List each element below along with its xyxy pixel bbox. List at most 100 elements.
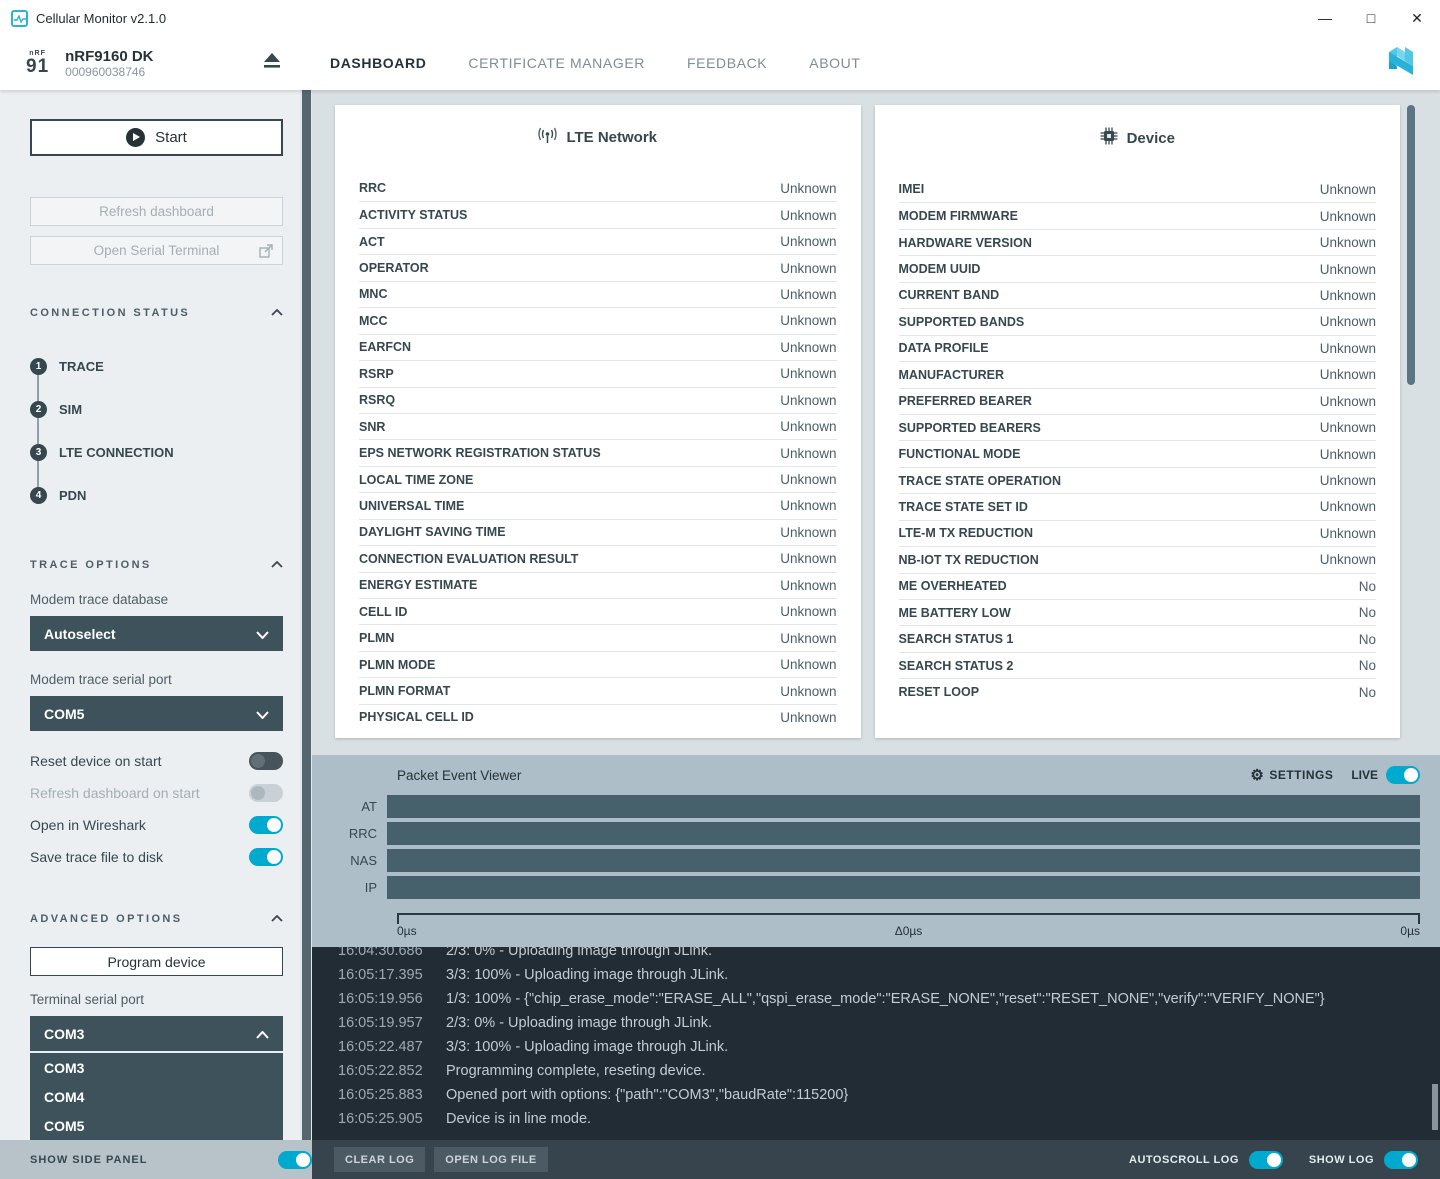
dropdown-option[interactable]: COM3: [30, 1053, 283, 1082]
dashboard-row: LTE-M TX REDUCTION Unknown: [899, 520, 1377, 546]
terminal-serial-port-select[interactable]: COM3: [30, 1016, 283, 1051]
timeline-end: 0µs: [1400, 924, 1420, 938]
row-value: Unknown: [780, 578, 836, 593]
log-timestamp: 16:05:17.395: [338, 967, 446, 983]
dashboard-row: ENERGY ESTIMATE Unknown: [359, 572, 837, 598]
open-serial-terminal-button[interactable]: Open Serial Terminal: [30, 236, 283, 265]
modem-trace-database-select[interactable]: Autoselect: [30, 616, 283, 651]
start-button[interactable]: Start: [30, 119, 283, 156]
advanced-options-heading[interactable]: ADVANCED OPTIONS: [30, 913, 283, 925]
step-label: SIM: [59, 402, 82, 417]
row-label: MODEM UUID: [899, 262, 981, 276]
dashboard-row: FUNCTIONAL MODE Unknown: [899, 440, 1377, 466]
chevron-up-icon: [271, 307, 283, 319]
log-entry: 16:05:17.395 3/3: 100% - Uploading image…: [338, 963, 1440, 987]
lte-network-rows: RRC Unknown ACTIVITY STATUS Unknown ACT …: [359, 175, 837, 730]
dashboard-row: EPS NETWORK REGISTRATION STATUS Unknown: [359, 439, 837, 465]
maximize-button[interactable]: □: [1348, 0, 1394, 36]
dashboard-row: RRC Unknown: [359, 175, 837, 201]
packet-event-viewer-title: Packet Event Viewer: [397, 768, 521, 783]
row-label: HARDWARE VERSION: [899, 236, 1032, 250]
nordic-semiconductor-logo-icon: [1382, 42, 1420, 85]
row-value: Unknown: [780, 234, 836, 249]
row-label: NB-IOT TX REDUCTION: [899, 553, 1039, 567]
row-label: PHYSICAL CELL ID: [359, 710, 474, 724]
show-log-toggle[interactable]: [1384, 1151, 1418, 1169]
modem-trace-serial-port-label: Modem trace serial port: [30, 672, 283, 687]
open-log-file-button[interactable]: OPEN LOG FILE: [434, 1147, 547, 1172]
log-message: Programming complete, reseting device.: [446, 1063, 706, 1079]
row-value: Unknown: [780, 498, 836, 513]
clear-log-button[interactable]: CLEAR LOG: [334, 1147, 425, 1172]
connection-status-heading[interactable]: CONNECTION STATUS: [30, 307, 283, 319]
toggle-switch[interactable]: [249, 848, 283, 866]
log-scrollbar-thumb[interactable]: [1432, 1084, 1438, 1130]
chevron-down-icon: [256, 626, 269, 642]
toggle-switch[interactable]: [249, 784, 283, 802]
dashboard-row: PREFERRED BEARER Unknown: [899, 388, 1377, 414]
lane-track: [387, 795, 1420, 818]
lane-label: AT: [312, 799, 387, 814]
autoscroll-log-toggle[interactable]: [1249, 1151, 1283, 1169]
nav-tab[interactable]: ABOUT: [809, 55, 860, 71]
row-label: OPERATOR: [359, 261, 429, 275]
sidebar-scrollbar[interactable]: [300, 90, 312, 1179]
dashboard-row: PLMN MODE Unknown: [359, 651, 837, 677]
row-value: Unknown: [780, 446, 836, 461]
device-selector[interactable]: nRF 91 nRF9160 DK 000960038746: [0, 48, 300, 79]
connection-step: 2 SIM: [30, 388, 283, 431]
toggle-knob: [1402, 1153, 1416, 1167]
external-link-icon: [259, 244, 273, 261]
row-label: RRC: [359, 181, 386, 195]
nav-tab[interactable]: CERTIFICATE MANAGER: [468, 55, 645, 71]
dashboard-row: SUPPORTED BEARERS Unknown: [899, 414, 1377, 440]
live-toggle[interactable]: [1386, 766, 1420, 784]
toggle-switch[interactable]: [249, 752, 283, 770]
row-label: DAYLIGHT SAVING TIME: [359, 525, 506, 539]
dropdown-option[interactable]: COM5: [30, 1111, 283, 1140]
row-label: ACT: [359, 235, 385, 249]
log-message: 3/3: 100% - Uploading image through JLin…: [446, 1039, 728, 1055]
log-timestamp: 16:05:25.905: [338, 1111, 446, 1127]
settings-button[interactable]: SETTINGS: [1250, 766, 1333, 784]
toggle-label: Save trace file to disk: [30, 849, 163, 865]
dropdown-option[interactable]: COM4: [30, 1082, 283, 1111]
row-label: SEARCH STATUS 1: [899, 632, 1014, 646]
row-label: SEARCH STATUS 2: [899, 659, 1014, 673]
dashboard-row: MODEM UUID Unknown: [899, 255, 1377, 281]
row-value: Unknown: [780, 313, 836, 328]
chevron-up-icon: [271, 913, 283, 925]
eject-device-icon[interactable]: [262, 53, 282, 73]
trace-options-heading[interactable]: TRACE OPTIONS: [30, 559, 283, 571]
antenna-icon: [538, 127, 557, 148]
close-button[interactable]: ✕: [1394, 0, 1440, 36]
row-value: No: [1359, 579, 1376, 594]
modem-trace-serial-port-select[interactable]: COM5: [30, 696, 283, 731]
dashboard-row: HARDWARE VERSION Unknown: [899, 229, 1377, 255]
program-device-button[interactable]: Program device: [30, 947, 283, 976]
row-label: MANUFACTURER: [899, 368, 1005, 382]
row-value: Unknown: [1320, 552, 1376, 567]
dashboard-row: CURRENT BAND Unknown: [899, 282, 1377, 308]
toggle-row: Reset device on start: [30, 745, 283, 777]
show-side-panel-toggle[interactable]: [278, 1151, 312, 1169]
terminal-serial-port-label: Terminal serial port: [30, 992, 283, 1007]
nav-tab[interactable]: FEEDBACK: [687, 55, 767, 71]
dashboard-row: OPERATOR Unknown: [359, 254, 837, 280]
sidebar-scrollbar-thumb[interactable]: [302, 90, 311, 1140]
dashboard-row: PLMN FORMAT Unknown: [359, 677, 837, 703]
nav-tab[interactable]: DASHBOARD: [330, 55, 426, 71]
main-scrollbar-thumb[interactable]: [1407, 105, 1415, 385]
packet-lane: AT: [312, 795, 1420, 818]
dashboard-cards: LTE Network RRC Unknown ACTIVITY STATUS …: [312, 90, 1440, 755]
log-message: 2/3: 0% - Uploading image through JLink.: [446, 947, 712, 959]
row-value: Unknown: [1320, 262, 1376, 277]
log-entry: 16:05:25.905 Device is in line mode.: [338, 1107, 1440, 1131]
log-message: 1/3: 100% - {"chip_erase_mode":"ERASE_AL…: [446, 991, 1325, 1007]
row-value: No: [1359, 658, 1376, 673]
dashboard-row: ME BATTERY LOW No: [899, 599, 1377, 625]
connection-step: 1 TRACE: [30, 345, 283, 388]
minimize-button[interactable]: —: [1302, 0, 1348, 36]
toggle-switch[interactable]: [249, 816, 283, 834]
refresh-dashboard-button[interactable]: Refresh dashboard: [30, 197, 283, 226]
